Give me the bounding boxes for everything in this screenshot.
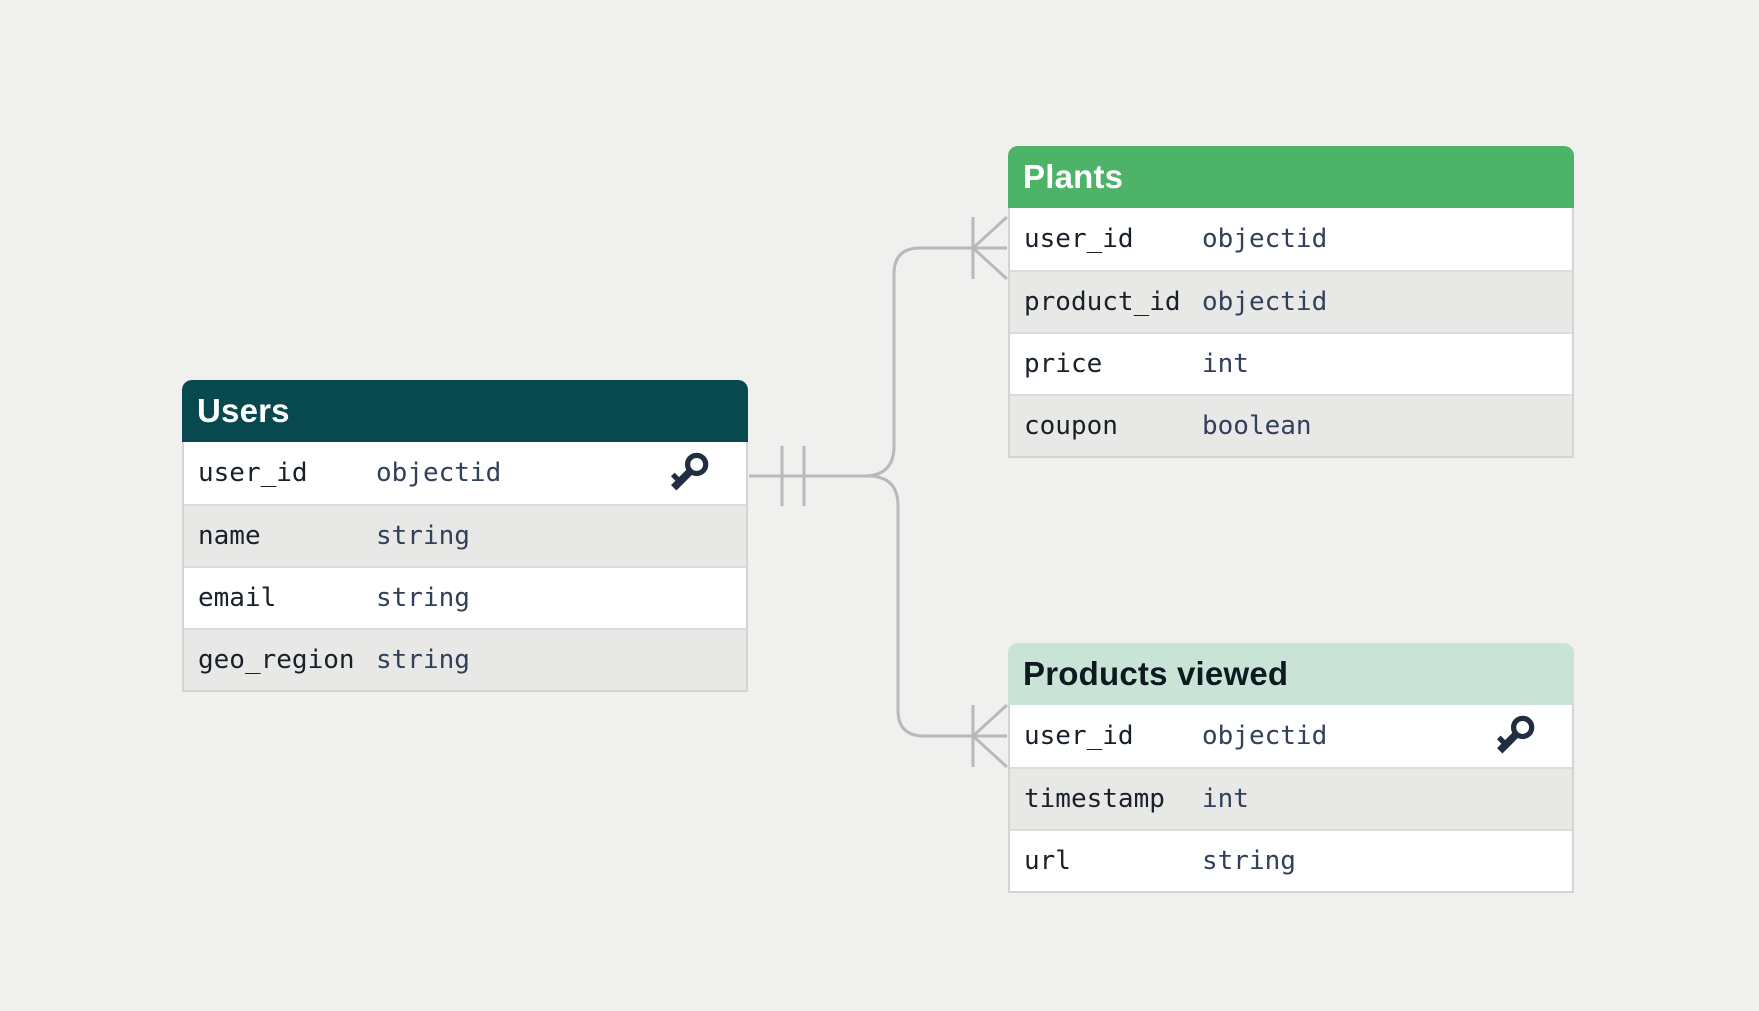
- field-type: string: [376, 645, 470, 675]
- field-name: name: [198, 521, 376, 551]
- table-products-viewed[interactable]: Products viewed user_id objectid timesta…: [1008, 643, 1574, 893]
- table-row: geo_region string: [184, 628, 746, 690]
- table-row: email string: [184, 566, 746, 628]
- table-row: user_id objectid: [1010, 208, 1572, 270]
- field-type: objectid: [1202, 721, 1327, 751]
- table-users[interactable]: Users user_id objectid name string email…: [182, 380, 748, 692]
- table-users-body: user_id objectid name string email strin…: [182, 442, 748, 692]
- field-name: url: [1024, 846, 1202, 876]
- field-name: timestamp: [1024, 784, 1202, 814]
- field-name: price: [1024, 349, 1202, 379]
- relationship-users-products-viewed: [749, 476, 1007, 736]
- primary-key-icon: [668, 448, 710, 498]
- field-type: int: [1202, 349, 1249, 379]
- table-plants-body: user_id objectid product_id objectid pri…: [1008, 208, 1574, 458]
- table-row: user_id objectid: [1010, 705, 1572, 767]
- field-type: string: [1202, 846, 1296, 876]
- relationship-users-plants: [749, 248, 1007, 476]
- table-row: coupon boolean: [1010, 394, 1572, 456]
- field-type: int: [1202, 784, 1249, 814]
- field-name: user_id: [198, 458, 376, 488]
- table-title: Plants: [1023, 158, 1123, 196]
- table-products-viewed-body: user_id objectid timestamp int url strin…: [1008, 705, 1574, 893]
- field-name: user_id: [1024, 224, 1202, 254]
- field-name: product_id: [1024, 287, 1202, 317]
- table-users-header: Users: [182, 380, 748, 442]
- table-row: user_id objectid: [184, 442, 746, 504]
- field-name: geo_region: [198, 645, 376, 675]
- field-type: objectid: [376, 458, 501, 488]
- table-row: url string: [1010, 829, 1572, 891]
- table-products-viewed-header: Products viewed: [1008, 643, 1574, 705]
- table-row: name string: [184, 504, 746, 566]
- table-plants-header: Plants: [1008, 146, 1574, 208]
- table-title: Products viewed: [1023, 655, 1288, 693]
- primary-key-icon: [1494, 711, 1536, 761]
- field-type: string: [376, 583, 470, 613]
- field-type: boolean: [1202, 411, 1312, 441]
- field-name: user_id: [1024, 721, 1202, 751]
- table-plants[interactable]: Plants user_id objectid product_id objec…: [1008, 146, 1574, 458]
- field-name: coupon: [1024, 411, 1202, 441]
- field-type: objectid: [1202, 287, 1327, 317]
- field-type: string: [376, 521, 470, 551]
- table-row: product_id objectid: [1010, 270, 1572, 332]
- erd-canvas: Users user_id objectid name string email…: [0, 0, 1759, 1011]
- table-title: Users: [197, 392, 290, 430]
- field-type: objectid: [1202, 224, 1327, 254]
- table-row: price int: [1010, 332, 1572, 394]
- table-row: timestamp int: [1010, 767, 1572, 829]
- field-name: email: [198, 583, 376, 613]
